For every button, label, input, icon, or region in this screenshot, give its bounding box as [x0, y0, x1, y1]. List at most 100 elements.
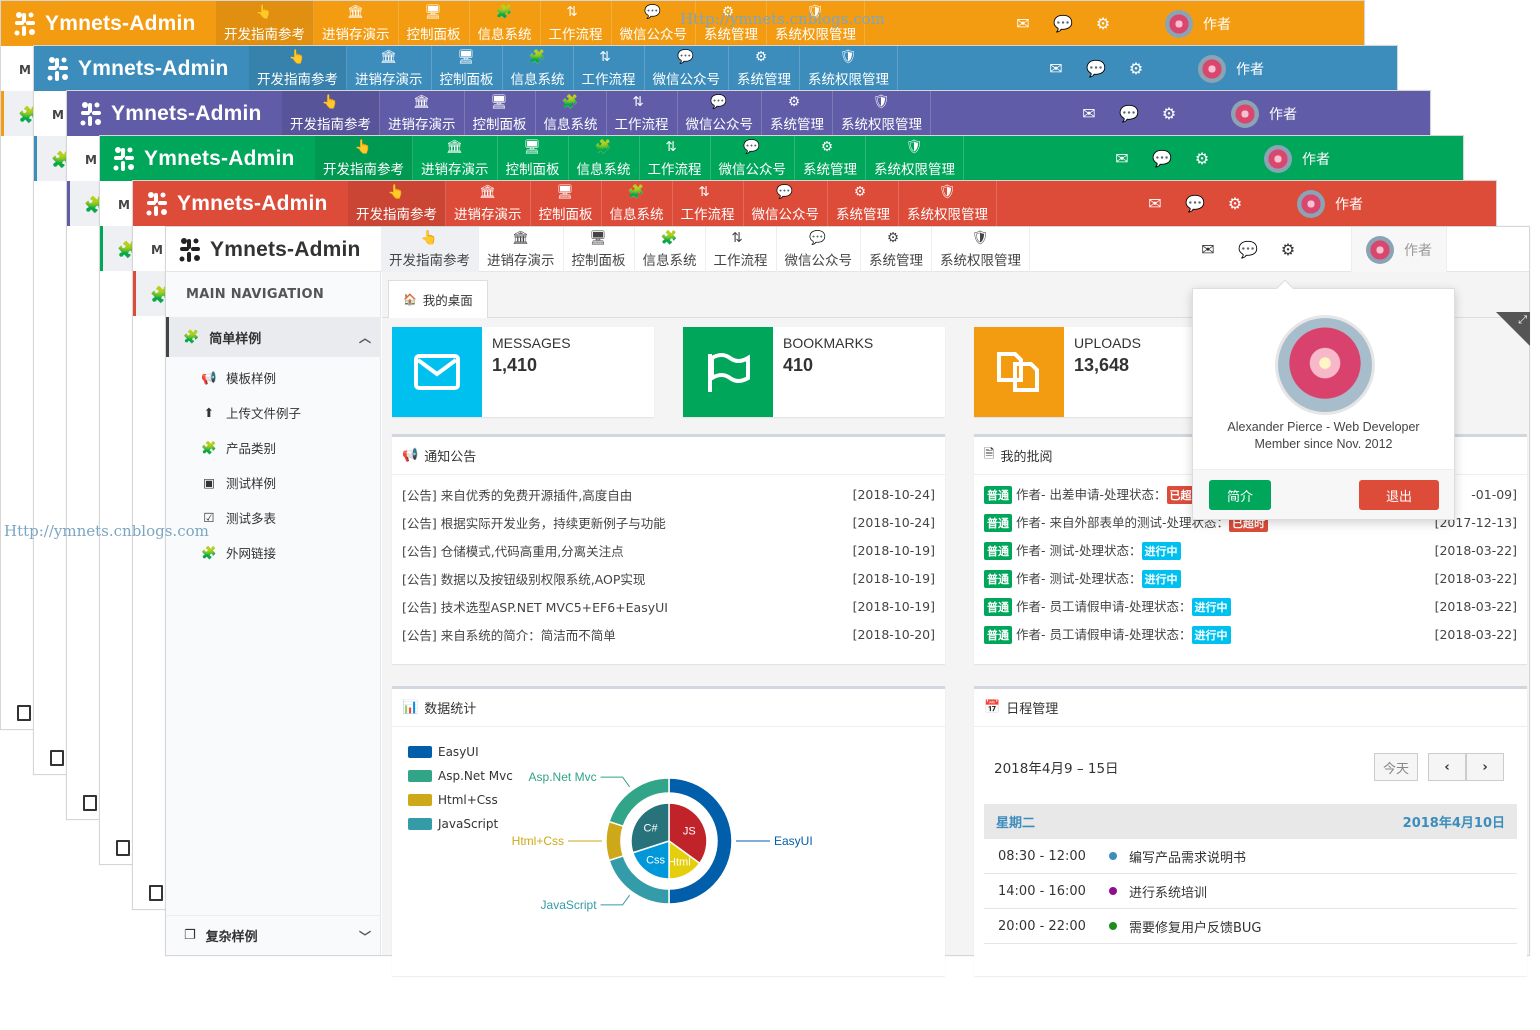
menu-item[interactable]: ⇅ 工作流程 [607, 91, 678, 136]
menu-item[interactable]: 🛡 系统权限管理 [899, 181, 997, 226]
calendar-event[interactable]: 20:00 - 22:00 需要修复用户反馈BUG [984, 909, 1517, 944]
user-menu[interactable]: 作者 [1151, 1, 1245, 46]
mail-icon[interactable]: ✉ [1135, 194, 1175, 213]
review-row[interactable]: 普通 作者- 员工请假申请-处理状态： 进行中 [2018-03-22] [974, 620, 1527, 648]
next-button[interactable]: › [1466, 753, 1504, 781]
menu-item[interactable]: ⚙ 系统管理 [729, 46, 800, 91]
mail-icon[interactable]: ✉ [1003, 14, 1043, 33]
review-row[interactable]: 普通 作者- 员工请假申请-处理状态： 进行中 [2018-03-22] [974, 592, 1527, 620]
mail-icon[interactable]: ✉ [1102, 149, 1142, 168]
sidebar-item-upload[interactable]: ⬆ 上传文件例子 [202, 403, 301, 422]
chat-icon[interactable]: 💬 [1175, 194, 1215, 213]
menu-system-admin[interactable]: ⚙ 系统管理 [861, 227, 932, 272]
menu-inventory[interactable]: 🏛 进销存演示 [479, 227, 564, 272]
menu-item[interactable]: 💬 微信公众号 [711, 136, 795, 181]
chat-icon[interactable]: 💬 [1228, 240, 1268, 259]
menu-item[interactable]: ⚙ 系统管理 [795, 136, 866, 181]
menu-item[interactable]: 🖥 控制面板 [432, 46, 503, 91]
notice-row[interactable]: [公告] 技术选型ASP.NET MVC5+EF6+EasyUI [2018-10… [392, 592, 945, 620]
calendar-event[interactable]: 08:30 - 12:00 编写产品需求说明书 [984, 839, 1517, 874]
notice-row[interactable]: [公告] 数据以及按钮级别权限系统,AOP实现 [2018-10-19] [392, 564, 945, 592]
menu-info-system[interactable]: 🧩 信息系统 [635, 227, 706, 272]
app-logo[interactable]: Ymnets-Admin [67, 91, 282, 136]
user-menu[interactable]: 作者 [1217, 91, 1311, 136]
sidebar-item-template[interactable]: 📢 模板样例 [201, 368, 276, 387]
menu-item[interactable]: 🛡 系统权限管理 [833, 91, 931, 136]
app-logo[interactable]: Ymnets-Admin [133, 181, 348, 226]
menu-item[interactable]: 🖥 控制面板 [531, 181, 602, 226]
menu-wechat[interactable]: 💬 微信公众号 [777, 227, 861, 272]
menu-item[interactable]: 💬 微信公众号 [744, 181, 828, 226]
menu-item[interactable]: 💬 微信公众号 [645, 46, 729, 91]
app-logo[interactable]: Ymnets-Admin [1, 1, 216, 46]
app-logo[interactable]: Ymnets-Admin [34, 46, 249, 91]
menu-item[interactable]: 🛡 系统权限管理 [800, 46, 898, 91]
menu-item[interactable]: 👆 开发指南参考 [315, 136, 413, 181]
menu-item[interactable]: 👆 开发指南参考 [216, 1, 314, 46]
notice-row[interactable]: [公告] 根据实际开发业务，持续更新例子与功能 [2018-10-24] [392, 508, 945, 536]
user-menu[interactable]: 作者 [1283, 181, 1377, 226]
menu-item[interactable]: ⚙ 系统管理 [828, 181, 899, 226]
menu-item[interactable]: ⚙ 系统管理 [762, 91, 833, 136]
notice-row[interactable]: [公告] 来自优秀的免费开源插件,高度自由 [2018-10-24] [392, 480, 945, 508]
chat-icon[interactable]: 💬 [1076, 59, 1116, 78]
chat-icon[interactable]: 💬 [1142, 149, 1182, 168]
sidebar-item-multi-table[interactable]: ☑ 测试多表 [202, 508, 276, 527]
sidebar-item-category[interactable]: 🧩 产品类别 [201, 438, 276, 457]
menu-item[interactable]: 🖥 控制面板 [498, 136, 569, 181]
menu-item[interactable]: 🏛 进销存演示 [413, 136, 498, 181]
tab-desktop[interactable]: 🏠 我的桌面 [388, 280, 488, 318]
notice-row[interactable]: [公告] 仓储模式,代码高重用,分离关注点 [2018-10-19] [392, 536, 945, 564]
chat-icon[interactable]: 💬 [1109, 104, 1149, 123]
menu-dev-guide[interactable]: 👆 开发指南参考 [381, 227, 479, 272]
sidebar-group-complex[interactable]: ❐ 复杂样例 ﹀ [166, 915, 381, 955]
stat-bookmarks[interactable]: BOOKMARKS 410 [683, 327, 945, 417]
user-menu[interactable]: 作者 [1250, 136, 1344, 181]
menu-item[interactable]: 👆 开发指南参考 [282, 91, 380, 136]
mail-icon[interactable]: ✉ [1036, 59, 1076, 78]
menu-workflow[interactable]: ⇅ 工作流程 [706, 227, 777, 272]
prev-button[interactable]: ‹ [1428, 753, 1466, 781]
profile-button[interactable]: 简介 [1209, 480, 1271, 510]
calendar-event[interactable]: 14:00 - 16:00 进行系统培训 [984, 874, 1517, 909]
sidebar-item-test-sample[interactable]: ▣ 测试样例 [202, 473, 276, 492]
menu-item[interactable]: 🧩 信息系统 [470, 1, 541, 46]
settings-icon[interactable]: ⚙ [1083, 14, 1123, 33]
menu-item[interactable]: 🏛 进销存演示 [446, 181, 531, 226]
fullscreen-toggle[interactable]: ⤢ [1496, 312, 1530, 346]
settings-icon[interactable]: ⚙ [1215, 194, 1255, 213]
menu-dashboard[interactable]: 🖥 控制面板 [564, 227, 635, 272]
menu-item[interactable]: 👆 开发指南参考 [249, 46, 347, 91]
mail-icon[interactable]: ✉ [1188, 240, 1228, 259]
menu-item[interactable]: 🛡 系统权限管理 [866, 136, 964, 181]
menu-permissions[interactable]: 🛡 系统权限管理 [932, 227, 1030, 272]
menu-item[interactable]: 🧩 信息系统 [536, 91, 607, 136]
settings-icon[interactable]: ⚙ [1182, 149, 1222, 168]
menu-item[interactable]: ⇅ 工作流程 [541, 1, 612, 46]
sidebar-item-external-link[interactable]: 🧩 外网链接 [201, 543, 276, 562]
menu-item[interactable]: 🧩 信息系统 [503, 46, 574, 91]
menu-item[interactable]: ⇅ 工作流程 [673, 181, 744, 226]
review-row[interactable]: 普通 作者- 测试-处理状态： 进行中 [2018-03-22] [974, 536, 1527, 564]
stat-messages[interactable]: MESSAGES 1,410 [392, 327, 654, 417]
menu-item[interactable]: 🧩 信息系统 [569, 136, 640, 181]
menu-item[interactable]: ⇅ 工作流程 [640, 136, 711, 181]
app-logo[interactable]: Ymnets-Admin [100, 136, 315, 181]
menu-item[interactable]: 🖥 控制面板 [399, 1, 470, 46]
settings-icon[interactable]: ⚙ [1149, 104, 1189, 123]
outer-slice[interactable] [605, 820, 625, 862]
user-menu[interactable]: 作者 [1184, 46, 1278, 91]
menu-item[interactable]: ⇅ 工作流程 [574, 46, 645, 91]
settings-icon[interactable]: ⚙ [1116, 59, 1156, 78]
menu-item[interactable]: 🏛 进销存演示 [380, 91, 465, 136]
settings-icon[interactable]: ⚙ [1268, 240, 1308, 259]
menu-item[interactable]: 👆 开发指南参考 [348, 181, 446, 226]
menu-item[interactable]: 🏛 进销存演示 [347, 46, 432, 91]
menu-item[interactable]: 💬 微信公众号 [678, 91, 762, 136]
review-row[interactable]: 普通 作者- 测试-处理状态： 进行中 [2018-03-22] [974, 564, 1527, 592]
today-button[interactable]: 今天 [1374, 753, 1418, 781]
menu-item[interactable]: 🏛 进销存演示 [314, 1, 399, 46]
app-logo[interactable]: Ymnets-Admin [166, 227, 381, 272]
sidebar-group-simple[interactable]: 🧩 简单样例 ︿ [166, 317, 381, 357]
chat-icon[interactable]: 💬 [1043, 14, 1083, 33]
